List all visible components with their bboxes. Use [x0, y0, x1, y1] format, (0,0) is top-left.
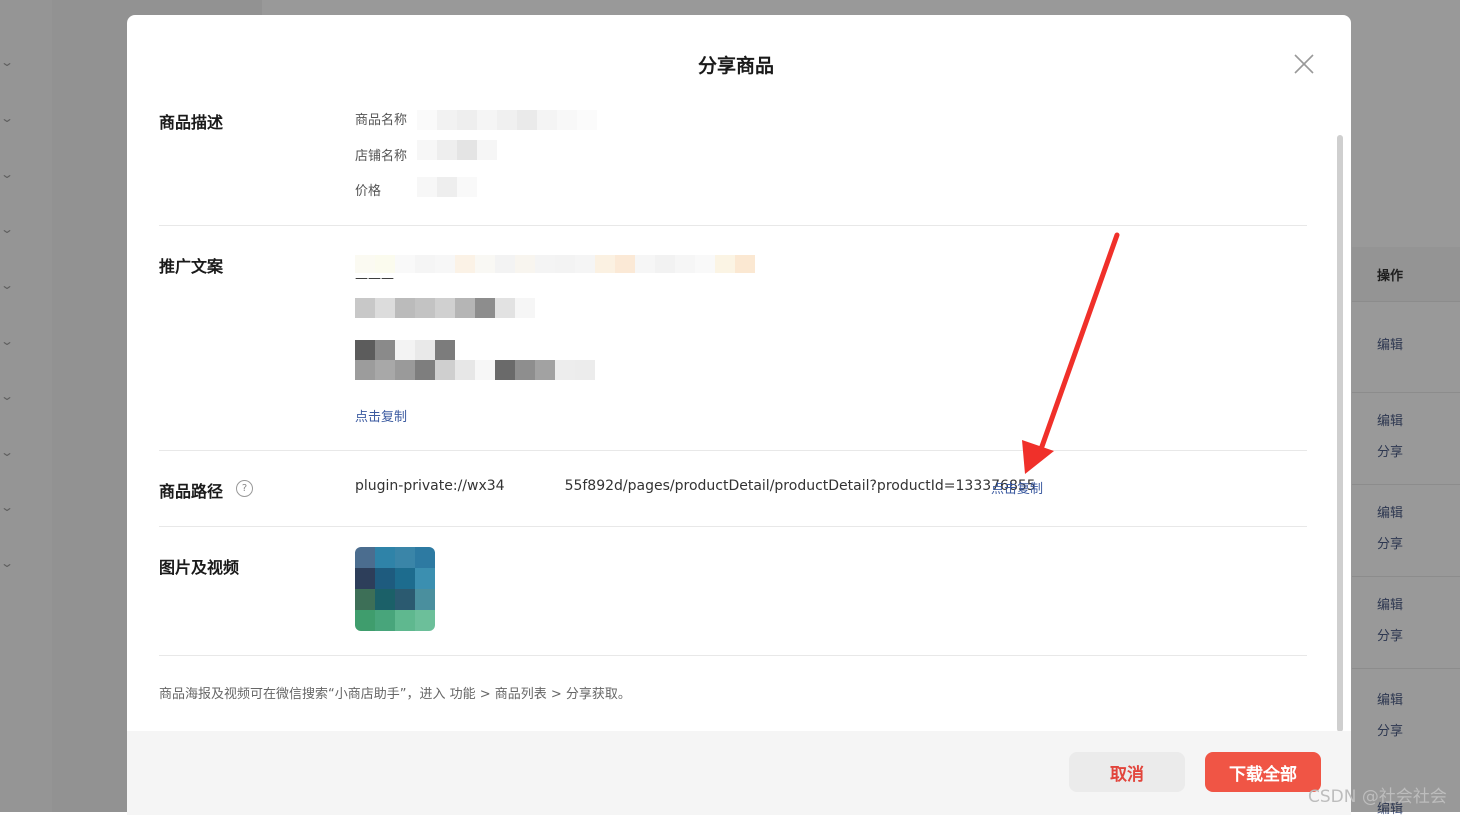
redacted-price	[417, 177, 477, 197]
product-path-prefix: plugin-private://wx34	[355, 478, 505, 494]
dialog-scrollbar[interactable]	[1337, 135, 1343, 732]
section-divider	[159, 655, 1307, 656]
section-title-description: 商品描述	[159, 113, 224, 132]
question-circle-icon[interactable]: ?	[236, 480, 253, 497]
redacted-promo-line	[355, 255, 755, 274]
dialog-footer: 取消 下载全部	[127, 731, 1351, 815]
price-label: 价格	[355, 184, 382, 199]
copy-path-link[interactable]: 点击复制	[991, 478, 1043, 497]
share-hint-note: 商品海报及视频可在微信搜索“小商店助手”，进入 功能 > 商品列表 > 分享获取…	[159, 687, 631, 702]
copy-promo-link[interactable]: 点击复制	[355, 406, 407, 425]
redacted-store-name	[417, 140, 497, 160]
download-all-button[interactable]: 下载全部	[1205, 752, 1321, 792]
section-divider	[159, 225, 1307, 226]
product-path: plugin-private://wx34 55f892d/pages/produ…	[355, 478, 1036, 494]
product-path-suffix: 55f892d/pages/productDetail/productDetai…	[564, 478, 1036, 494]
redacted-promo-line	[355, 340, 455, 360]
product-name-label: 商品名称	[355, 113, 408, 128]
section-divider	[159, 450, 1307, 451]
section-title-promo: 推广文案	[159, 257, 224, 276]
section-title-media: 图片及视频	[159, 558, 240, 577]
dialog-title: 分享商品	[697, 55, 774, 77]
share-product-dialog: 分享商品 商品描述 商品名称 店铺名称 价格 推广文案 ——— 点击复制 商品路…	[127, 15, 1351, 815]
product-media-thumbnail[interactable]	[355, 547, 435, 631]
store-name-label: 店铺名称	[355, 149, 408, 164]
promo-dash-line: ———	[355, 271, 394, 286]
watermark: CSDN @社会社会	[1308, 787, 1447, 807]
close-icon[interactable]	[1292, 52, 1316, 76]
redacted-promo-line	[355, 360, 595, 380]
cancel-button[interactable]: 取消	[1069, 752, 1185, 792]
section-divider	[159, 526, 1307, 527]
redacted-promo-line	[355, 298, 535, 318]
redacted-product-name	[417, 110, 597, 130]
section-title-path: 商品路径	[159, 482, 224, 501]
